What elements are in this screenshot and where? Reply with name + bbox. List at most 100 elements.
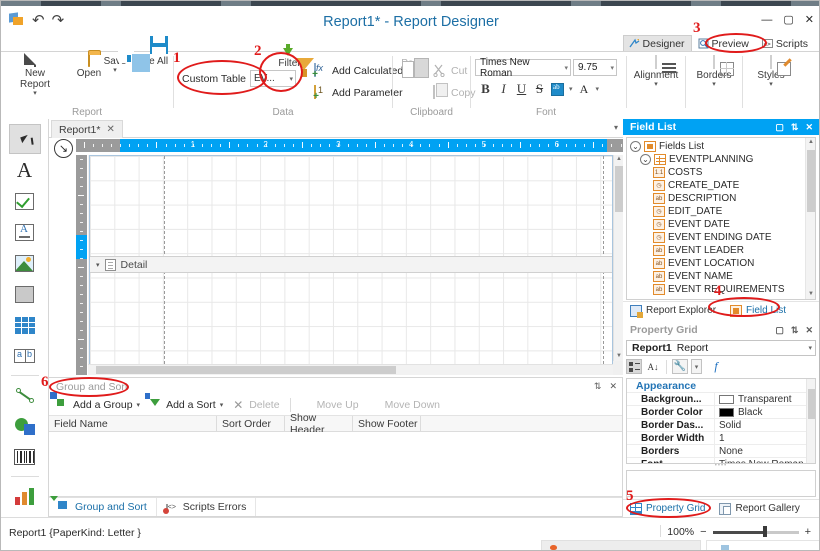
cut-button[interactable]: Cut	[433, 64, 467, 78]
field-list-item[interactable]: ◷ EVENT DATE	[627, 218, 804, 231]
column-header-show-header[interactable]: Show Header	[285, 412, 353, 436]
close-button[interactable]: ✕	[805, 15, 814, 26]
tree-node-fields-list[interactable]: ⌄ Fields List	[627, 140, 804, 153]
filters-button[interactable]: Filters	[271, 44, 314, 77]
ruler-corner-button[interactable]: ↘	[54, 139, 73, 158]
borders-button[interactable]: Borders ▾	[688, 55, 740, 88]
zoom-in-button[interactable]: +	[805, 527, 811, 538]
add-a-group-button[interactable]: Add a Group ▾	[50, 392, 141, 411]
expressions-button[interactable]: f	[708, 359, 724, 374]
add-a-sort-caret-icon[interactable]: ▾	[220, 401, 224, 409]
property-value[interactable]: Solid	[715, 419, 815, 431]
document-tab-close-icon[interactable]: ✕	[106, 124, 114, 135]
field-list-item[interactable]: ab EVENT LOCATION	[627, 257, 804, 270]
field-list-item[interactable]: 1.1 COSTS	[627, 166, 804, 179]
rich-text-tool[interactable]	[9, 217, 41, 247]
canvas-vertical-scrollbar[interactable]: ▲ ▼	[613, 155, 623, 361]
property-grid-object-selector[interactable]: Report1 Report ▾	[626, 340, 816, 356]
field-list-item[interactable]: ab EVENT LEADER	[627, 244, 804, 257]
panel-tool[interactable]	[9, 279, 41, 309]
group-and-sort-grid[interactable]: Field Name Sort Order Show Header Show F…	[49, 412, 622, 497]
property-row[interactable]: Backgroun... Transparent	[627, 393, 815, 406]
highlight-color-button[interactable]	[549, 80, 566, 98]
field-list-item[interactable]: ◷ EDIT_DATE	[627, 205, 804, 218]
barcode-tool[interactable]	[9, 442, 41, 472]
field-list-scroll-up-icon[interactable]: ▲	[806, 138, 815, 147]
tree-node-eventplanning[interactable]: ⌄ EVENTPLANNING	[627, 153, 804, 166]
actions-button[interactable]: 🔧	[672, 359, 688, 374]
add-parameter-button[interactable]: Add Parameter	[314, 85, 403, 100]
property-value[interactable]: Black	[715, 406, 815, 418]
font-family-select[interactable]: Times New Roman ▾	[475, 57, 571, 79]
add-a-sort-button[interactable]: Add a Sort ▾	[145, 393, 224, 411]
field-list-float-icon[interactable]: ▢	[775, 122, 784, 133]
shape-tool[interactable]	[9, 411, 41, 441]
tab-scripts-errors[interactable]: Scripts Errors	[157, 498, 257, 516]
document-tab-report1[interactable]: Report1* ✕	[51, 120, 123, 138]
tab-preview[interactable]: Preview	[692, 35, 756, 52]
property-row[interactable]: Borders None	[627, 445, 815, 458]
font-color-button[interactable]: A	[576, 80, 593, 98]
maximize-button[interactable]: ▢	[783, 15, 793, 26]
move-up-button[interactable]: Move Up	[301, 399, 359, 411]
zoom-out-button[interactable]: −	[700, 527, 706, 538]
picture-box-tool[interactable]	[9, 248, 41, 278]
categorized-button[interactable]	[626, 359, 642, 374]
column-header-field-name[interactable]: Field Name	[49, 416, 217, 431]
delete-button[interactable]: ✕ Delete	[233, 399, 279, 411]
property-grid-rows[interactable]: Appearance ▴ Backgroun...Transparent Bord…	[626, 378, 816, 464]
tab-property-grid[interactable]: Property Grid	[623, 500, 712, 517]
field-list-scroll-down-icon[interactable]: ▼	[806, 290, 815, 299]
table-tool[interactable]	[9, 310, 41, 340]
fields-list-expander-icon[interactable]: ⌄	[630, 141, 641, 152]
property-grid-float-icon[interactable]: ▢	[775, 325, 784, 336]
property-grid-close-icon[interactable]: ✕	[805, 325, 813, 336]
property-value[interactable]: Transparent	[715, 393, 815, 405]
field-list-scroll-thumb[interactable]	[807, 150, 815, 212]
tab-scripts[interactable]: <> Scripts	[756, 35, 815, 52]
field-list-item[interactable]: ◷ EVENT ENDING DATE	[627, 231, 804, 244]
property-value[interactable]: Times New Roman,...	[715, 458, 815, 464]
property-grid-scroll-thumb[interactable]	[808, 389, 815, 419]
tab-report-explorer[interactable]: Report Explorer	[623, 302, 723, 319]
field-list-pin-icon[interactable]: ⇅	[791, 122, 799, 133]
property-grid-pin-icon[interactable]: ⇅	[791, 325, 799, 336]
alphabetical-button[interactable]: A↓	[645, 359, 661, 374]
report-page[interactable]: ▾ Detail	[89, 155, 613, 375]
strikethrough-button[interactable]: S	[531, 80, 548, 98]
minimize-button[interactable]: —	[761, 15, 772, 26]
grid-body-empty[interactable]	[49, 432, 622, 497]
property-category-appearance[interactable]: Appearance ▴	[627, 379, 815, 393]
document-tabs-caret-icon[interactable]: ▾	[614, 123, 618, 132]
group-and-sort-close-icon[interactable]: ✕	[609, 381, 617, 392]
column-header-sort-order[interactable]: Sort Order	[217, 416, 285, 431]
chart-tool[interactable]	[9, 481, 41, 511]
detail-band-caret-icon[interactable]: ▾	[96, 261, 100, 269]
check-box-tool[interactable]	[9, 186, 41, 216]
italic-button[interactable]: I	[495, 80, 512, 98]
field-list-scrollbar[interactable]: ▲ ▼	[805, 138, 815, 299]
underline-button[interactable]: U	[513, 80, 530, 98]
custom-table-select[interactable]: EV... ▾	[250, 70, 297, 87]
canvas-vscroll-thumb[interactable]	[615, 166, 623, 212]
new-report-button[interactable]: New Report ▾	[9, 53, 61, 97]
property-grid-scrollbar[interactable]	[806, 379, 815, 463]
alignment-button[interactable]: Alignment ▾	[630, 55, 682, 88]
paste-button[interactable]: Paste	[395, 56, 433, 78]
field-list-tree[interactable]: ⌄ Fields List ⌄ EVENTPLANNING 1.1 COSTS …	[626, 137, 816, 300]
field-list-item[interactable]: ab EVENT NAME	[627, 270, 804, 283]
styles-button[interactable]: Styles ▾	[745, 55, 797, 88]
selector-caret-icon[interactable]: ▾	[808, 344, 812, 352]
add-a-group-caret-icon[interactable]: ▾	[137, 401, 141, 409]
custom-table-combo[interactable]: Custom Table EV... ▾	[182, 70, 297, 87]
zoom-slider[interactable]	[712, 525, 799, 539]
font-size-select[interactable]: 9.75 ▾	[573, 59, 617, 76]
alignment-caret[interactable]: ▾	[630, 81, 682, 88]
borders-caret[interactable]: ▾	[688, 81, 740, 88]
canvas-horizontal-scrollbar[interactable]	[88, 364, 613, 375]
move-down-button[interactable]: Move Down	[369, 399, 440, 411]
report-canvas[interactable]: ▾ Detail	[88, 155, 623, 375]
group-and-sort-pin-icon[interactable]: ⇅	[594, 381, 602, 392]
field-list-close-icon[interactable]: ✕	[805, 122, 813, 133]
property-value[interactable]: 1	[715, 432, 815, 444]
